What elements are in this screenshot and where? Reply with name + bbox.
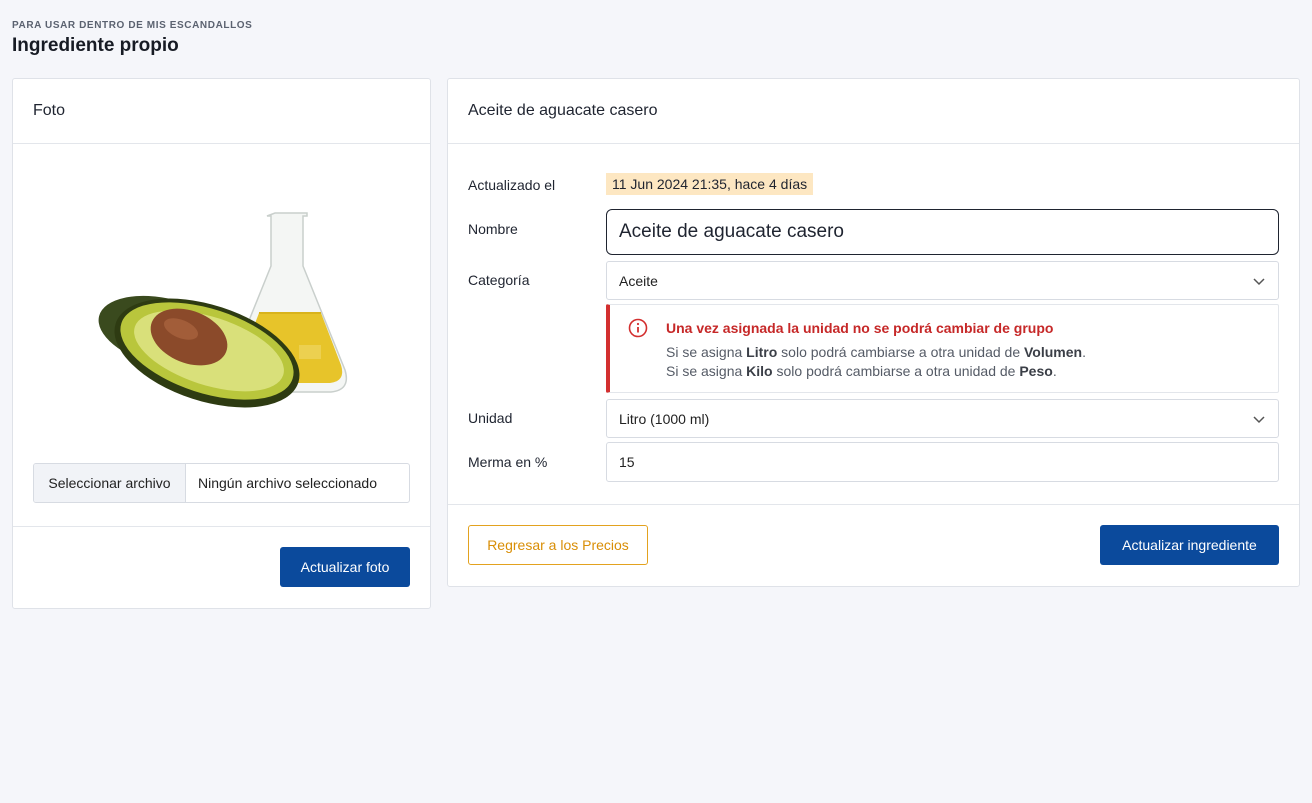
file-input[interactable]: Seleccionar archivo Ningún archivo selec… [33,463,410,503]
alert-title: Una vez asignada la unidad no se podrá c… [666,320,1054,336]
waste-label: Merma en % [468,454,548,470]
updated-badge: 11 Jun 2024 21:35, hace 4 días [606,173,814,195]
ingredient-card-title: Aceite de aguacate casero [448,79,1299,144]
category-select[interactable]: Aceite [606,261,1279,300]
alert-line-litro: Si se asigna Litro solo podrá cambiarse … [666,344,1086,360]
photo-card-footer: Actualizar foto [13,526,430,608]
update-ingredient-button[interactable]: Actualizar ingrediente [1100,525,1279,565]
ingredient-photo [97,205,361,419]
unit-value: Litro (1000 ml) [619,410,710,427]
unit-warning-alert: Una vez asignada la unidad no se podrá c… [606,304,1279,393]
update-photo-button[interactable]: Actualizar foto [280,547,410,587]
waste-input[interactable]: 15 [606,442,1279,482]
page-header: PARA USAR DENTRO DE MIS ESCANDALLOS Ingr… [12,20,252,57]
page-eyebrow: PARA USAR DENTRO DE MIS ESCANDALLOS [12,20,253,31]
unit-select[interactable]: Litro (1000 ml) [606,399,1279,438]
photo-card: Foto Seleccionar archivo Ningún archivo … [12,78,431,609]
select-file-button[interactable]: Seleccionar archivo [34,464,186,502]
photo-card-title: Foto [13,79,430,144]
back-to-prices-button[interactable]: Regresar a los Precios [468,525,648,565]
unit-label: Unidad [468,410,513,426]
alert-line-kilo: Si se asigna Kilo solo podrá cambiarse a… [666,363,1057,379]
ingredient-card-footer: Regresar a los Precios Actualizar ingred… [448,504,1299,586]
chevron-down-icon [1253,416,1265,424]
page-title: Ingrediente propio [12,35,179,56]
info-circle-icon [628,318,648,338]
updated-label: Actualizado el [468,177,556,193]
file-status: Ningún archivo seleccionado [198,475,377,491]
name-input[interactable]: Aceite de aguacate casero [606,209,1279,255]
ingredient-card: Aceite de aguacate casero Actualizado el… [447,78,1300,587]
name-label: Nombre [468,221,518,237]
chevron-down-icon [1253,278,1265,286]
category-label: Categoría [468,272,530,288]
category-value: Aceite [619,272,658,289]
